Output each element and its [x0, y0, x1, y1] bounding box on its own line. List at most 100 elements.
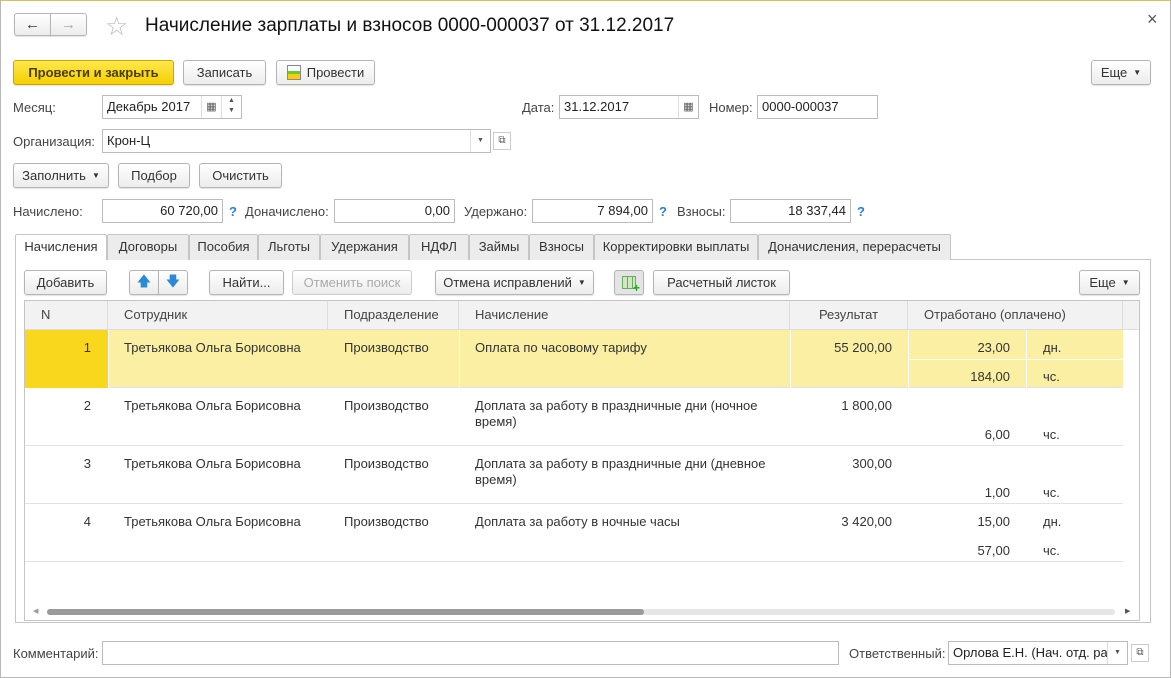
days-cell: 23,00: [977, 340, 1010, 355]
row-number: 2: [83, 398, 91, 413]
column-header-result[interactable]: Результат: [790, 301, 908, 330]
result-cell: 1 800,00: [841, 398, 892, 413]
accruals-table: N Сотрудник Подразделение Начисление Рез…: [24, 300, 1140, 621]
find-button[interactable]: Найти...: [209, 270, 284, 295]
column-header-employee[interactable]: Сотрудник: [108, 301, 328, 330]
table-row[interactable]: 3 Третьякова Ольга Борисовна Производство Д…: [25, 446, 1123, 504]
tab-accruals[interactable]: Начисления: [15, 234, 107, 260]
withheld-field: 7 894,00: [532, 199, 653, 223]
undo-fixes-label: Отмена исправлений: [443, 275, 572, 290]
hours-unit-cell: чс.: [1043, 485, 1060, 500]
move-up-button[interactable]: 🡅: [129, 270, 159, 295]
scroll-right-icon[interactable]: ▶: [1125, 607, 1130, 615]
month-label: Месяц:: [13, 100, 56, 115]
add-button[interactable]: Добавить: [24, 270, 107, 295]
add-columns-button[interactable]: +: [614, 270, 644, 295]
arrow-right-icon: →: [61, 16, 76, 33]
table-row[interactable]: 1 Третьякова Ольга Борисовна Производство О…: [25, 330, 1123, 388]
scrollbar-thumb[interactable]: [47, 609, 644, 615]
table-row[interactable]: 2 Третьякова Ольга Борисовна Производство Д…: [25, 388, 1123, 446]
employee-cell: Третьякова Ольга Борисовна: [124, 340, 301, 355]
post-and-close-button[interactable]: Провести и закрыть: [13, 60, 174, 85]
calendar-icon[interactable]: ▦: [201, 96, 221, 118]
tab-benefits[interactable]: Пособия: [189, 234, 258, 260]
comment-label: Комментарий:: [13, 646, 99, 661]
arrow-up-icon: 🡅: [136, 272, 152, 289]
tab-deductions[interactable]: Удержания: [320, 234, 409, 260]
column-header-department[interactable]: Подразделение: [328, 301, 459, 330]
table-add-icon: +: [622, 276, 640, 294]
tab-contracts[interactable]: Договоры: [107, 234, 189, 260]
select-button[interactable]: Подбор: [118, 163, 190, 188]
table-more-button[interactable]: Еще ▼: [1079, 270, 1140, 295]
employee-cell: Третьякова Ольга Борисовна: [124, 456, 301, 471]
help-icon[interactable]: ?: [659, 204, 667, 219]
save-button[interactable]: Записать: [183, 60, 266, 85]
fill-button[interactable]: Заполнить ▼: [13, 163, 109, 188]
post-button-label: Провести: [306, 65, 365, 80]
chevron-down-icon: ▼: [91, 171, 100, 180]
number-field[interactable]: 0000-000037: [757, 95, 878, 119]
post-button[interactable]: Провести: [276, 60, 375, 85]
dropdown-arrow-icon[interactable]: ▼: [470, 130, 490, 152]
chevron-down-icon: ▼: [1133, 68, 1142, 77]
calendar-icon[interactable]: ▦: [678, 96, 698, 118]
page-title: Начисление зарплаты и взносов 0000-00003…: [145, 15, 675, 36]
hours-unit-cell: чс.: [1043, 369, 1060, 384]
organization-value: Крон-Ц: [107, 133, 151, 148]
clear-button[interactable]: Очистить: [199, 163, 282, 188]
tab-ndfl[interactable]: НДФЛ: [409, 234, 469, 260]
date-field[interactable]: 31.12.2017 ▦: [559, 95, 699, 119]
column-header-accrual[interactable]: Начисление: [459, 301, 790, 330]
chevron-down-icon: ▼: [577, 278, 586, 287]
forward-button[interactable]: →: [50, 13, 87, 36]
tab-recalculations[interactable]: Доначисления, перерасчеты: [758, 234, 951, 260]
back-button[interactable]: ←: [14, 13, 51, 36]
tab-privileges[interactable]: Льготы: [258, 234, 320, 260]
month-value: Декабрь 2017: [107, 99, 191, 114]
column-header-worked[interactable]: Отработано (оплачено): [908, 301, 1123, 330]
open-icon[interactable]: ⧉: [1131, 644, 1149, 662]
accrual-cell: Оплата по часовому тарифу: [475, 340, 647, 355]
hours-cell: 1,00: [984, 485, 1010, 500]
help-icon[interactable]: ?: [857, 204, 865, 219]
tab-payment-corrections[interactable]: Корректировки выплаты: [594, 234, 758, 260]
payslip-button[interactable]: Расчетный листок: [653, 270, 790, 295]
more-button[interactable]: Еще ▼: [1091, 60, 1151, 85]
row-number: 1: [83, 340, 91, 355]
tab-contributions[interactable]: Взносы: [529, 234, 594, 260]
star-favorite-icon[interactable]: ☆: [105, 11, 128, 42]
month-field[interactable]: Декабрь 2017 ▦ ▲ ▼: [102, 95, 242, 119]
additional-label: Доначислено:: [245, 204, 329, 219]
days-unit-cell: дн.: [1043, 340, 1062, 355]
dropdown-arrow-icon[interactable]: ▼: [1107, 642, 1127, 664]
organization-field[interactable]: Крон-Ц ▼: [102, 129, 491, 153]
department-cell: Производство: [344, 340, 429, 355]
horizontal-scrollbar[interactable]: ◀ ▶: [25, 604, 1139, 620]
responsible-value: Орлова Е.Н. (Нач. отд. ра: [953, 645, 1108, 660]
undo-fixes-button[interactable]: Отмена исправлений ▼: [435, 270, 594, 295]
arrow-left-icon: ←: [25, 16, 40, 33]
accrued-label: Начислено:: [13, 204, 83, 219]
comment-input[interactable]: [102, 641, 839, 665]
accrual-cell: Доплата за работу в праздничные дни (ноч…: [475, 398, 758, 429]
table-row[interactable]: 4 Третьякова Ольга Борисовна Производство Д…: [25, 504, 1123, 562]
hours-unit-cell: чс.: [1043, 543, 1060, 558]
result-cell: 55 200,00: [834, 340, 892, 355]
tab-loans[interactable]: Займы: [469, 234, 529, 260]
spinner-arrows-icon[interactable]: ▲ ▼: [221, 96, 241, 118]
open-icon[interactable]: ⧉: [493, 132, 511, 150]
scroll-left-icon[interactable]: ◀: [33, 607, 38, 615]
help-icon[interactable]: ?: [229, 204, 237, 219]
department-cell: Производство: [344, 398, 429, 413]
department-cell: Производство: [344, 514, 429, 529]
additional-field: 0,00: [334, 199, 455, 223]
column-header-n[interactable]: N: [25, 301, 108, 330]
close-icon[interactable]: ×: [1147, 9, 1158, 30]
responsible-field[interactable]: Орлова Е.Н. (Нач. отд. ра ▼: [948, 641, 1128, 665]
hours-unit-cell: чс.: [1043, 427, 1060, 442]
hours-cell: 57,00: [977, 543, 1010, 558]
cancel-search-button[interactable]: Отменить поиск: [292, 270, 412, 295]
accrual-cell: Доплата за работу в ночные часы: [475, 514, 680, 529]
move-down-button[interactable]: 🡇: [158, 270, 188, 295]
